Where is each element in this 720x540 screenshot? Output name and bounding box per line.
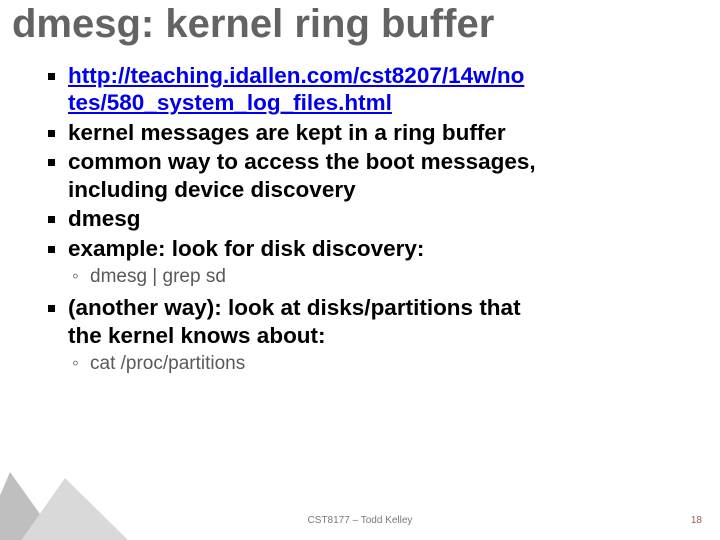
slide-title: dmesg: kernel ring buffer (12, 2, 494, 47)
url-link[interactable]: http://teaching.idallen.com/cst8207/14w/… (68, 63, 524, 115)
bullet-item: example: look for disk discovery: dmesg … (48, 235, 688, 289)
slide: dmesg: kernel ring buffer http://teachin… (0, 0, 720, 540)
bullet-link: http://teaching.idallen.com/cst8207/14w/… (48, 62, 688, 117)
footer-text: CST8177 – Todd Kelley (0, 515, 720, 526)
sub-bullet: cat /proc/partitions (68, 352, 688, 375)
bullet-item: dmesg (48, 205, 688, 232)
slide-body: http://teaching.idallen.com/cst8207/14w/… (48, 62, 688, 381)
bullet-item: common way to access the boot messages, … (48, 148, 688, 203)
bullet-item: kernel messages are kept in a ring buffe… (48, 119, 688, 146)
corner-decoration (0, 472, 160, 540)
sub-bullet: dmesg | grep sd (68, 265, 688, 288)
page-number: 18 (691, 515, 702, 526)
bullet-list: http://teaching.idallen.com/cst8207/14w/… (48, 62, 688, 375)
bullet-item: (another way): look at disks/partitions … (48, 294, 688, 375)
